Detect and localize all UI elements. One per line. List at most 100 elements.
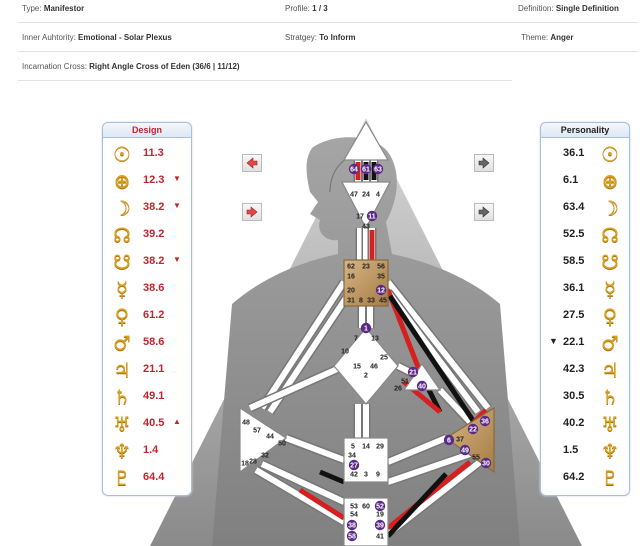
gate-number[interactable]: 54 xyxy=(350,512,358,519)
planet-row[interactable]: ♅ 40.5 ▲ xyxy=(103,411,191,437)
gate-number[interactable]: 18 xyxy=(241,461,249,468)
arrow-left-red-icon[interactable] xyxy=(242,154,262,172)
planet-row[interactable]: ♄ 49.1 xyxy=(103,384,191,410)
gate-number[interactable]: 64 xyxy=(350,167,358,174)
exaltation-marker: ▼ xyxy=(173,174,181,183)
planet-row[interactable]: ☽ 63.4 xyxy=(541,195,629,221)
planet-row[interactable]: ☊ 39.2 xyxy=(103,222,191,248)
gate-number[interactable]: 1 xyxy=(364,326,368,333)
planet-row[interactable]: ♆ 1.4 xyxy=(103,438,191,464)
gate-number[interactable]: 53 xyxy=(350,504,358,511)
gate-number[interactable]: 16 xyxy=(347,274,355,281)
gate-number[interactable]: 55 xyxy=(472,455,480,462)
planet-row[interactable]: ♆ 1.5 xyxy=(541,438,629,464)
arrow-right-gray-icon[interactable] xyxy=(474,154,494,172)
gate-number[interactable]: 2 xyxy=(364,373,368,380)
gate-number[interactable]: 45 xyxy=(379,298,387,305)
planet-row[interactable]: ☉ 11.3 xyxy=(103,141,191,167)
gate-number[interactable]: 22 xyxy=(469,427,477,434)
gate-number[interactable]: 44 xyxy=(266,434,274,441)
gate-number[interactable]: 58 xyxy=(348,534,356,541)
gate-number[interactable]: 5 xyxy=(351,444,355,451)
gate-number[interactable]: 9 xyxy=(376,472,380,479)
gate-number[interactable]: 60 xyxy=(362,504,370,511)
gate-number[interactable]: 6 xyxy=(447,438,451,445)
gate-number[interactable]: 28 xyxy=(249,459,257,466)
gate-number[interactable]: 4 xyxy=(376,192,380,199)
gate-number[interactable]: 31 xyxy=(347,298,355,305)
gate-number[interactable]: 36 xyxy=(481,419,489,426)
gate-number[interactable]: 50 xyxy=(278,441,286,448)
gate-number[interactable]: 48 xyxy=(242,420,250,427)
gate-number[interactable]: 62 xyxy=(347,264,355,271)
gate-number[interactable]: 3 xyxy=(364,472,368,479)
gate-number[interactable]: 7 xyxy=(354,336,358,343)
gate-number[interactable]: 11 xyxy=(368,214,376,221)
gate-number[interactable]: 14 xyxy=(362,444,370,451)
planet-row[interactable]: ♃ 42.3 xyxy=(541,357,629,383)
gate-number[interactable]: 37 xyxy=(456,437,464,444)
planet-row[interactable]: ⊕ 6.1 xyxy=(541,168,629,194)
planet-row[interactable]: ♂ 58.6 xyxy=(103,330,191,356)
planet-row[interactable]: ♅ 40.2 xyxy=(541,411,629,437)
arrow-right-gray-icon[interactable] xyxy=(474,203,494,221)
gate-number[interactable]: 21 xyxy=(409,370,417,377)
planet-row[interactable]: ☋ 58.5 xyxy=(541,249,629,275)
strategy-field: Stratgey: To Inform xyxy=(285,33,356,42)
planet-row[interactable]: ♇ 64.4 xyxy=(103,465,191,491)
gate-number[interactable]: 56 xyxy=(377,264,385,271)
gate-number[interactable]: 35 xyxy=(377,274,385,281)
gate-number[interactable]: 13 xyxy=(371,336,379,343)
gate-number[interactable]: 42 xyxy=(350,472,358,479)
neptune-icon: ♆ xyxy=(113,439,131,463)
planet-row[interactable]: ☿ 38.6 xyxy=(103,276,191,302)
mars-icon: ♂ xyxy=(601,331,619,355)
planet-row[interactable]: ☊ 52.5 xyxy=(541,222,629,248)
gate-number[interactable]: 34 xyxy=(348,453,356,460)
planet-row[interactable]: ☿ 36.1 xyxy=(541,276,629,302)
gate-number[interactable]: 39 xyxy=(376,523,384,530)
gate-number[interactable]: 19 xyxy=(376,512,384,519)
gate-number[interactable]: 17 xyxy=(356,214,364,221)
gate-number[interactable]: 40 xyxy=(418,384,426,391)
gate-number[interactable]: 24 xyxy=(362,192,370,199)
gate-number[interactable]: 12 xyxy=(377,288,385,295)
gate-number[interactable]: 51 xyxy=(401,379,409,386)
cross-value: Right Angle Cross of Eden (36/6 | 11/12) xyxy=(89,62,240,71)
gate-number[interactable]: 20 xyxy=(347,288,355,295)
gate-number[interactable]: 25 xyxy=(380,355,388,362)
planet-row[interactable]: ♃ 21.1 xyxy=(103,357,191,383)
planet-row[interactable]: ♀ 61.2 xyxy=(103,303,191,329)
gate-number[interactable]: 10 xyxy=(341,349,349,356)
gate-number[interactable]: 52 xyxy=(376,504,384,511)
gate-number[interactable]: 41 xyxy=(376,534,384,541)
gate-number[interactable]: 63 xyxy=(374,167,382,174)
gate-number[interactable]: 46 xyxy=(370,364,378,371)
planet-row[interactable]: ♇ 64.2 xyxy=(541,465,629,491)
arrow-right-red-icon[interactable] xyxy=(242,203,262,221)
planet-row[interactable]: ☋ 38.2 ▼ xyxy=(103,249,191,275)
gate-number[interactable]: 29 xyxy=(376,444,384,451)
gate-number[interactable]: 23 xyxy=(362,264,370,271)
gate-number[interactable]: 38 xyxy=(348,523,356,530)
gate-number[interactable]: 8 xyxy=(359,298,363,305)
gate-number[interactable]: 47 xyxy=(350,192,358,199)
gate-number[interactable]: 32 xyxy=(261,453,269,460)
gate-number[interactable]: 57 xyxy=(253,428,261,435)
pluto-icon: ♇ xyxy=(601,466,619,490)
gate-number[interactable]: 30 xyxy=(482,461,490,468)
planet-row[interactable]: ♄ 30.5 xyxy=(541,384,629,410)
gate-number[interactable]: 33 xyxy=(367,298,375,305)
gate-number[interactable]: 15 xyxy=(353,364,361,371)
gate-number[interactable]: 49 xyxy=(461,448,469,455)
gate-line-value: 42.3 xyxy=(563,363,585,375)
gate-number[interactable]: 26 xyxy=(394,386,402,393)
planet-row[interactable]: ☉ 36.1 xyxy=(541,141,629,167)
gate-number[interactable]: 61 xyxy=(362,167,370,174)
planet-row[interactable]: ♂ 22.1 ▼ xyxy=(541,330,629,356)
planet-row[interactable]: ☽ 38.2 ▼ xyxy=(103,195,191,221)
planet-row[interactable]: ⊕ 12.3 ▼ xyxy=(103,168,191,194)
gate-number[interactable]: 27 xyxy=(350,463,358,470)
gate-number[interactable]: 43 xyxy=(362,224,370,231)
planet-row[interactable]: ♀ 27.5 xyxy=(541,303,629,329)
